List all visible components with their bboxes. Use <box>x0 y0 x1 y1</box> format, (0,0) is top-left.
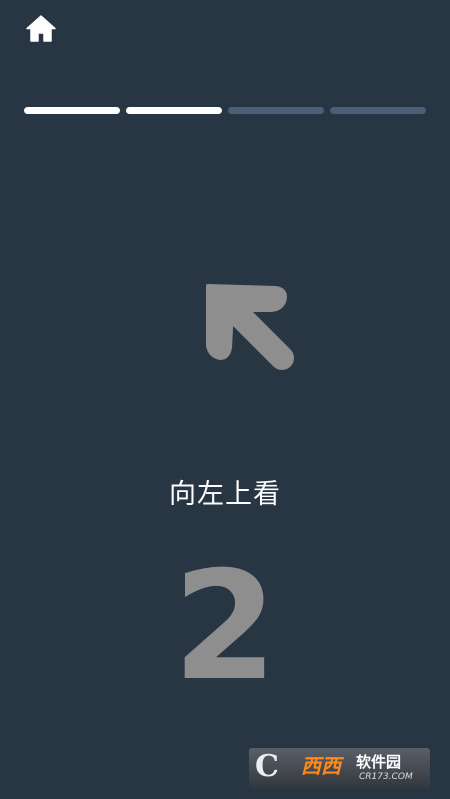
direction-arrow <box>190 270 310 390</box>
eye-exercise-screen: 向左上看 2 C 西西 软件园 CR173.COM <box>0 0 450 799</box>
progress-bar <box>24 107 426 115</box>
watermark-logo: C 西西 软件园 CR173.COM <box>249 748 430 788</box>
arrow-up-left-icon <box>206 284 294 370</box>
progress-segment <box>330 107 426 114</box>
progress-segment <box>228 107 324 114</box>
home-icon <box>26 15 56 42</box>
progress-segment <box>126 107 222 114</box>
watermark-xixi: 西西 <box>301 754 341 778</box>
watermark-c-mark: C <box>255 749 279 784</box>
instruction-text: 向左上看 <box>169 479 281 510</box>
countdown-number: 2 <box>172 540 278 714</box>
watermark-url: CR173.COM <box>359 772 413 782</box>
home-button[interactable] <box>24 12 58 46</box>
progress-segment <box>24 107 120 114</box>
watermark-name: 软件园 <box>356 753 402 771</box>
